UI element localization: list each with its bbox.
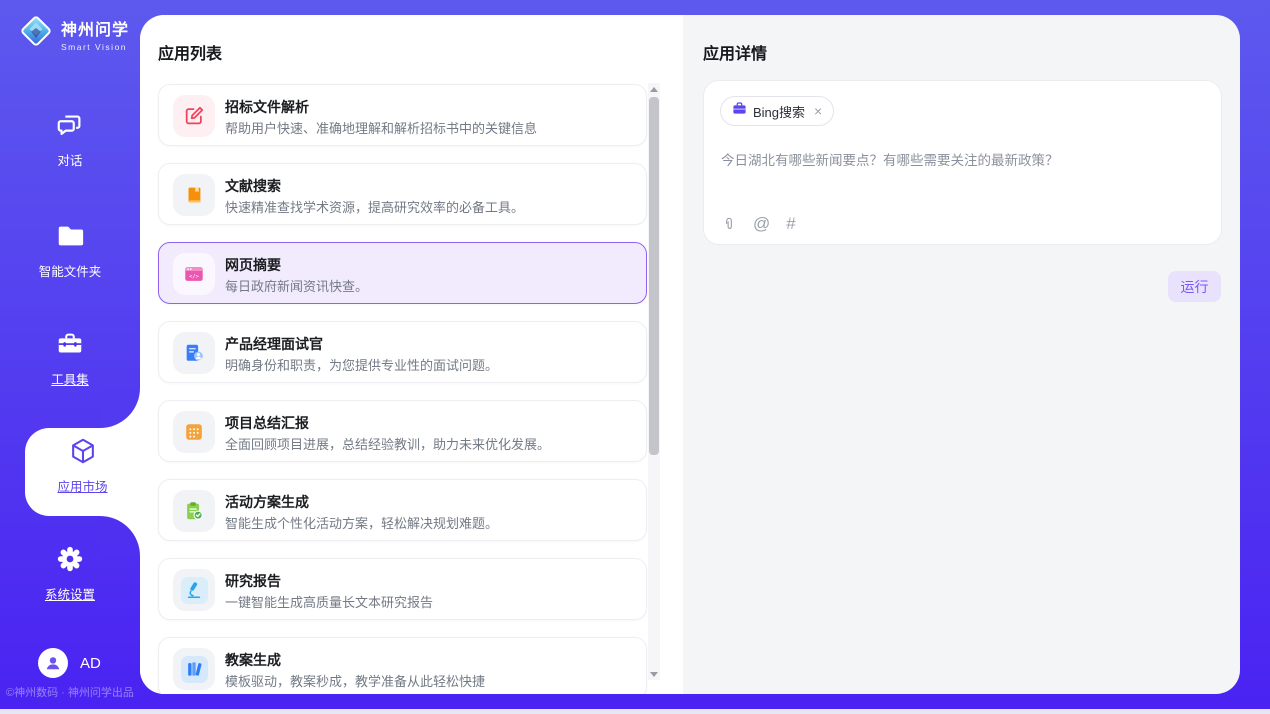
scroll-up-icon[interactable]	[648, 83, 660, 95]
app-card[interactable]: 产品经理面试官 明确身份和职责，为您提供专业性的面试问题。	[158, 321, 647, 383]
composer-toolbar: @ #	[721, 214, 796, 234]
app-card-title: 教案生成	[225, 650, 281, 670]
app-detail-panel: 应用详情 Bing搜索 × 今日湖北有哪些新闻要点？有哪些需要关注的最新政策？	[683, 15, 1240, 694]
cube-icon	[68, 453, 98, 470]
interview-person-icon	[173, 332, 215, 374]
diamond-gem-icon	[18, 13, 54, 54]
scrollbar-thumb[interactable]	[649, 97, 659, 455]
app-card[interactable]: 研究报告 一键智能生成高质量长文本研究报告	[158, 558, 647, 620]
app-card-list: 招标文件解析 帮助用户快速、准确地理解和解析招标书中的关键信息 文献搜索 快速精…	[158, 84, 647, 694]
app-card-desc: 一键智能生成高质量长文本研究报告	[225, 592, 433, 611]
app-card-title: 项目总结汇报	[225, 413, 309, 433]
sidebar-item-label: 智能文件夹	[39, 261, 102, 280]
app-card[interactable]: 活动方案生成 智能生成个性化活动方案，轻松解决规划难题。	[158, 479, 647, 541]
chat-bubbles-icon	[55, 127, 85, 144]
app-card-desc: 帮助用户快速、准确地理解和解析招标书中的关键信息	[225, 118, 537, 137]
toolbox-icon	[55, 346, 85, 363]
gear-icon	[55, 561, 85, 578]
app-card-desc: 智能生成个性化活动方案，轻松解决规划难题。	[225, 513, 498, 532]
app-card[interactable]: 招标文件解析 帮助用户快速、准确地理解和解析招标书中的关键信息	[158, 84, 647, 146]
app-window: 神州问学 Smart Vision 对话 智能文件夹	[0, 0, 1270, 714]
paperclip-icon[interactable]	[721, 215, 737, 233]
content-panel: 应用列表 招标文件解析 帮助用户快速、准确地理解和解析招标书中的关键信息	[140, 15, 1240, 694]
sidebar-item-label: 应用市场	[57, 476, 107, 495]
app-card[interactable]: 项目总结汇报 全面回顾项目进展，总结经验教训，助力未来优化发展。	[158, 400, 647, 462]
sidebar-item-chat[interactable]: 对话	[0, 110, 140, 170]
clipboard-check-icon	[173, 490, 215, 532]
edit-document-icon	[173, 95, 215, 137]
at-icon[interactable]: @	[753, 214, 770, 234]
app-card[interactable]: 文献搜索 快速精准查找学术资源，提高研究效率的必备工具。	[158, 163, 647, 225]
scroll-down-icon[interactable]	[648, 668, 660, 680]
briefcase-icon	[732, 101, 747, 121]
microscope-icon	[173, 569, 215, 611]
app-card-title: 文献搜索	[225, 176, 281, 196]
query-input-text[interactable]: 今日湖北有哪些新闻要点？有哪些需要关注的最新政策？	[721, 149, 1201, 169]
app-card-title: 产品经理面试官	[225, 334, 323, 354]
app-card-desc: 模板驱动，教案秒成，教学准备从此轻松快捷	[225, 671, 485, 690]
app-card[interactable]: </> 网页摘要 每日政府新闻资讯快查。	[158, 242, 647, 304]
app-list-panel: 应用列表 招标文件解析 帮助用户快速、准确地理解和解析招标书中的关键信息	[140, 15, 683, 694]
app-card-desc: 明确身份和职责，为您提供专业性的面试问题。	[225, 355, 498, 374]
app-card-title: 网页摘要	[225, 255, 281, 275]
app-card-desc: 快速精准查找学术资源，提高研究效率的必备工具。	[225, 197, 524, 216]
sidebar-item-smart-folder[interactable]: 智能文件夹	[0, 221, 140, 281]
app-card-desc: 每日政府新闻资讯快查。	[225, 276, 368, 295]
tool-chip-label: Bing搜索	[753, 102, 805, 121]
copyright-footer: ©神州数码 · 神州问学出品	[6, 684, 140, 700]
brand-name: 神州问学	[61, 16, 129, 40]
app-card-desc: 全面回顾项目进展，总结经验教训，助力未来优化发展。	[225, 434, 550, 453]
close-icon[interactable]: ×	[814, 103, 822, 119]
books-icon	[173, 648, 215, 690]
app-card-title: 活动方案生成	[225, 492, 309, 512]
app-card-title: 招标文件解析	[225, 97, 309, 117]
brand-logo: 神州问学 Smart Vision	[18, 13, 129, 54]
app-card[interactable]: 教案生成 模板驱动，教案秒成，教学准备从此轻松快捷	[158, 637, 647, 694]
app-detail-title: 应用详情	[703, 40, 767, 64]
person-avatar-icon	[38, 648, 68, 678]
book-icon	[173, 174, 215, 216]
list-scrollbar[interactable]	[648, 83, 660, 680]
sidebar-item-settings[interactable]: 系统设置	[0, 544, 140, 604]
folder-icon	[55, 238, 85, 255]
hash-icon[interactable]: #	[786, 214, 795, 234]
sidebar-item-label: 工具集	[51, 369, 89, 388]
app-card-title: 研究报告	[225, 571, 281, 591]
run-button[interactable]: 运行	[1168, 271, 1221, 302]
tool-chip-bing-search[interactable]: Bing搜索 ×	[720, 96, 834, 126]
app-list-title: 应用列表	[158, 40, 222, 64]
brand-tagline: Smart Vision	[61, 42, 129, 52]
sidebar-item-app-market[interactable]: 应用市场	[25, 436, 140, 496]
sidebar-item-label: 对话	[57, 150, 82, 169]
user-initials: AD	[80, 655, 101, 672]
svg-text:</>: </>	[189, 274, 200, 280]
sidebar-item-label: 系统设置	[45, 584, 95, 603]
webpage-code-icon: </>	[173, 253, 215, 295]
user-account[interactable]: AD	[38, 648, 101, 678]
sidebar-item-toolset[interactable]: 工具集	[0, 329, 140, 389]
tab-fillet-top	[100, 388, 140, 428]
summary-grid-icon	[173, 411, 215, 453]
prompt-card: Bing搜索 × 今日湖北有哪些新闻要点？有哪些需要关注的最新政策？ @ #	[703, 80, 1222, 245]
window-bottom-edge	[0, 709, 1270, 714]
